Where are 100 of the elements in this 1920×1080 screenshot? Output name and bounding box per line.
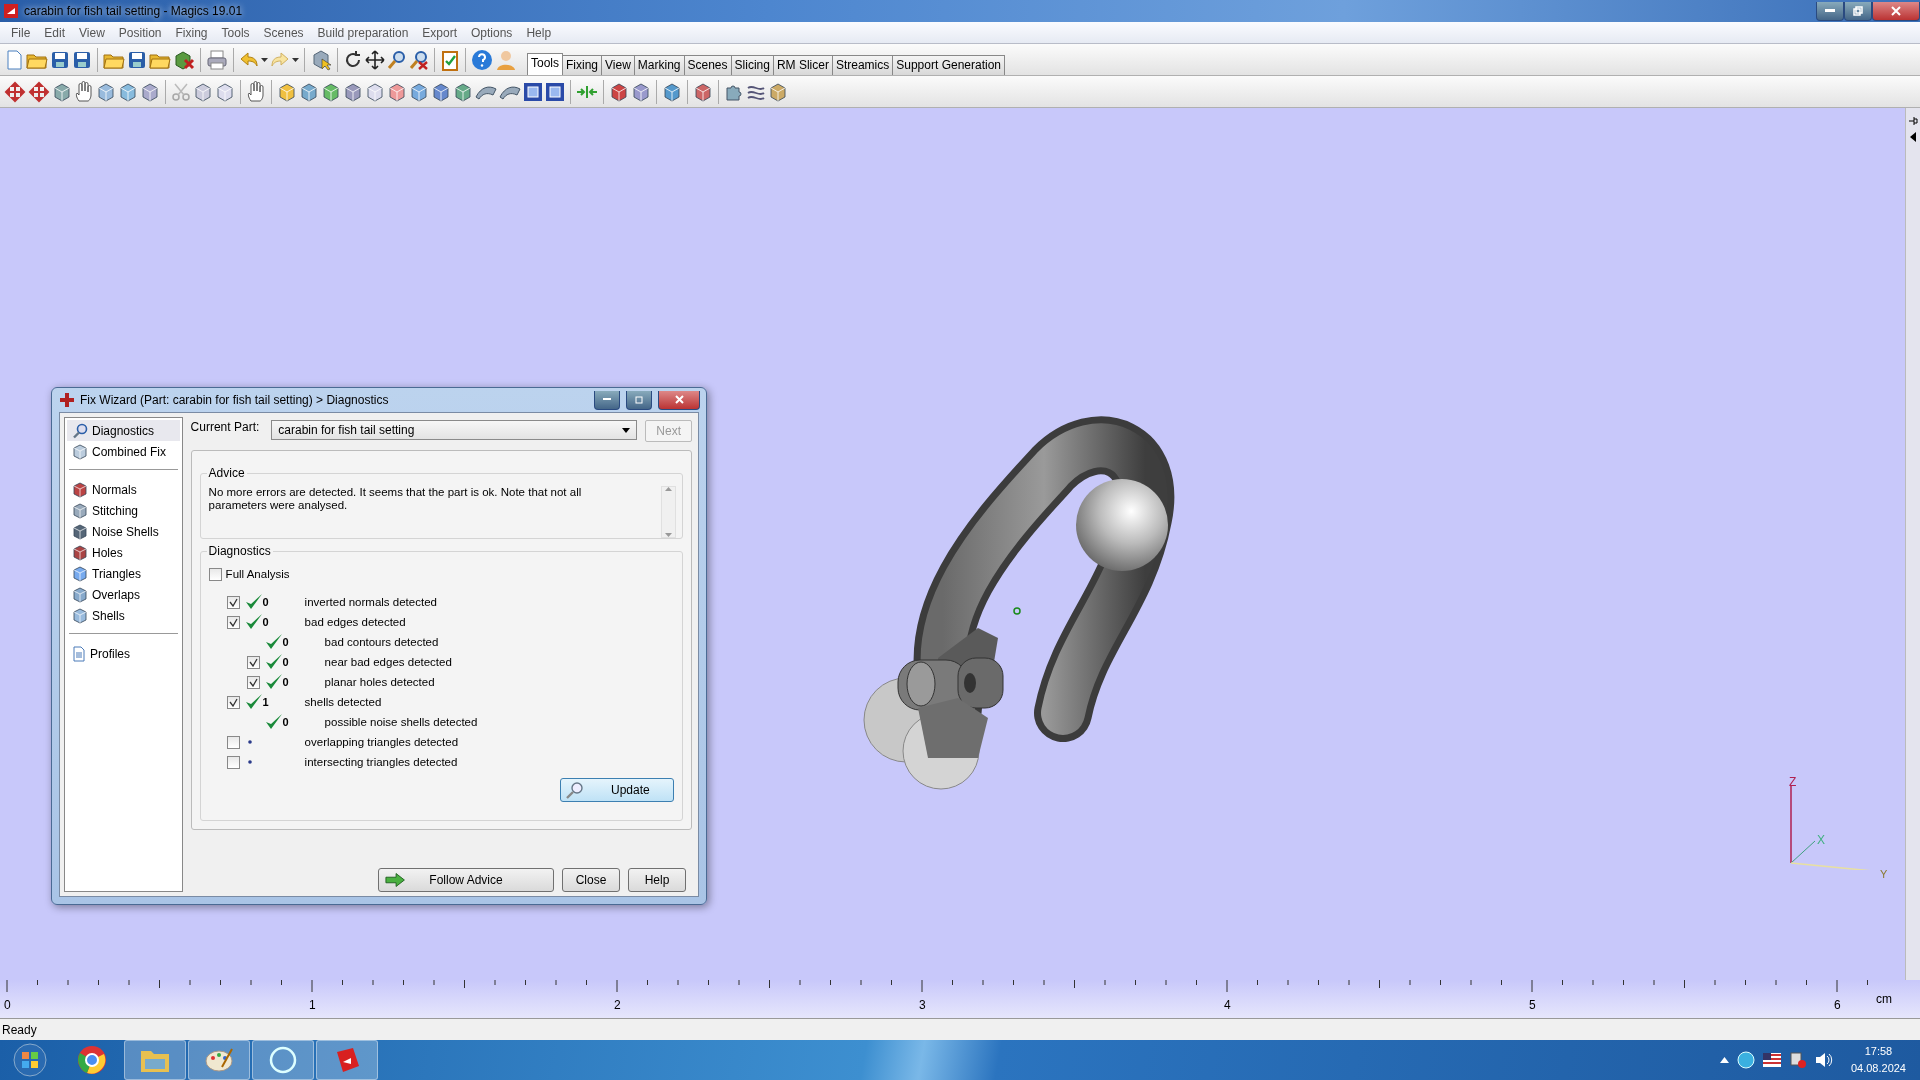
close-button[interactable] <box>1872 1 1920 21</box>
dropdown-caret-icon[interactable] <box>292 56 299 63</box>
help-icon[interactable] <box>471 48 493 71</box>
cube-icon[interactable] <box>431 81 451 102</box>
cube-icon[interactable] <box>453 81 473 102</box>
cube-icon[interactable] <box>118 81 138 102</box>
network-icon[interactable] <box>1788 1051 1807 1069</box>
checkbox[interactable] <box>226 735 240 749</box>
cube-icon[interactable] <box>299 81 319 102</box>
close-button[interactable] <box>658 390 700 410</box>
checkbox[interactable] <box>246 675 260 689</box>
flag-icon[interactable] <box>1762 1053 1781 1067</box>
menu-item[interactable]: Tools <box>214 25 257 40</box>
menu-item[interactable]: Position <box>111 25 169 40</box>
cube-delete-icon[interactable] <box>173 49 195 70</box>
nav-item[interactable]: Triangles <box>67 563 180 584</box>
scrollbar[interactable] <box>661 486 676 538</box>
toolbar-tab[interactable]: Marking <box>633 55 685 75</box>
cube-icon[interactable] <box>343 81 363 102</box>
minimize-button[interactable] <box>594 390 620 410</box>
tray-expand-icon[interactable] <box>1719 1057 1729 1063</box>
cube-icon[interactable] <box>365 81 385 102</box>
cube-icon[interactable] <box>193 81 213 102</box>
nav-item[interactable]: Holes <box>67 542 180 563</box>
checkbox[interactable] <box>226 595 240 609</box>
tray-app-icon[interactable] <box>1736 1051 1755 1069</box>
move-arrows-icon[interactable] <box>365 49 385 70</box>
taskbar-app[interactable] <box>316 1040 378 1080</box>
cube-icon[interactable] <box>96 81 116 102</box>
cube-icon[interactable] <box>52 81 72 102</box>
hand-icon[interactable] <box>246 80 266 103</box>
3d-viewport[interactable] <box>0 108 1920 980</box>
cube-icon[interactable] <box>662 81 682 102</box>
nav-item[interactable]: Normals <box>67 479 180 500</box>
update-button[interactable]: Update <box>560 778 674 802</box>
checkbox[interactable] <box>246 655 260 669</box>
cube-icon[interactable] <box>321 81 341 102</box>
nav-item[interactable]: Overlaps <box>67 584 180 605</box>
nav-item[interactable]: Shells <box>67 605 180 626</box>
toolbar-tab[interactable]: RM Slicer <box>772 55 833 75</box>
rotate-icon[interactable] <box>343 49 363 70</box>
menu-item[interactable]: File <box>4 25 38 40</box>
checkbox[interactable] <box>208 567 222 581</box>
dialog-button[interactable]: Help <box>628 868 686 892</box>
toolbar-tab[interactable]: Slicing <box>730 55 774 75</box>
toolbar-tab[interactable]: Streamics <box>831 55 894 75</box>
clock[interactable]: 17:58 04.08.2024 <box>1850 1043 1906 1077</box>
cube-icon[interactable] <box>215 81 235 102</box>
menu-item[interactable]: Edit <box>37 25 73 40</box>
nav-item[interactable]: Stitching <box>67 500 180 521</box>
maximize-button[interactable] <box>626 390 652 410</box>
tick-icon <box>228 617 238 627</box>
cube-icon[interactable] <box>631 81 651 102</box>
checkbox[interactable] <box>226 755 240 769</box>
nav-item[interactable]: Diagnostics <box>67 420 180 441</box>
speaker-icon[interactable] <box>1814 1052 1833 1068</box>
menu-item[interactable]: Scenes <box>256 25 311 40</box>
checkbox[interactable] <box>226 615 240 629</box>
dialog-button[interactable]: Close <box>562 868 620 892</box>
cube-icon[interactable] <box>768 81 788 102</box>
magnifier-cross-icon[interactable] <box>409 49 429 70</box>
square-frame-icon[interactable] <box>545 81 565 102</box>
menu-item[interactable]: Options <box>464 25 520 40</box>
taskbar-app[interactable] <box>188 1040 250 1080</box>
cube-icon[interactable] <box>277 81 297 102</box>
nav-item[interactable]: Profiles <box>67 643 180 664</box>
hand-icon[interactable] <box>74 80 94 103</box>
menu-item[interactable]: Export <box>415 25 464 40</box>
menu-item[interactable]: View <box>72 25 112 40</box>
toolbar-tab[interactable]: View <box>601 55 635 75</box>
pin-icon[interactable] <box>1908 116 1918 126</box>
cube-icon[interactable] <box>409 81 429 102</box>
square-frame-icon[interactable] <box>523 81 543 102</box>
nav-item[interactable]: Combined Fix <box>67 441 180 462</box>
dropdown-caret-icon[interactable] <box>261 56 268 63</box>
cube-icon[interactable] <box>693 81 713 102</box>
magnifier-icon[interactable] <box>387 49 407 70</box>
taskbar-app[interactable] <box>252 1040 314 1080</box>
collapse-arrow-icon[interactable] <box>1909 132 1917 142</box>
menu-item[interactable]: Fixing <box>168 25 215 40</box>
cube-icon[interactable] <box>140 81 160 102</box>
restore-button[interactable] <box>1844 1 1872 21</box>
checkbox[interactable] <box>226 695 240 709</box>
cube-icon[interactable] <box>609 81 629 102</box>
ruler-label: 5 <box>1529 998 1536 1012</box>
toolbar-tab[interactable]: Scenes <box>683 55 732 75</box>
printer-icon[interactable] <box>206 49 228 70</box>
follow-advice-button[interactable]: Follow Advice <box>378 868 554 892</box>
cube-icon[interactable] <box>387 81 407 102</box>
clipboard-check-icon[interactable] <box>440 48 460 71</box>
menu-item[interactable]: Build preparation <box>310 25 416 40</box>
minimize-button[interactable] <box>1816 1 1844 21</box>
cube-pointer-icon[interactable] <box>310 48 332 71</box>
toolbar-tab[interactable]: Support Generation <box>892 55 1005 75</box>
nav-item[interactable]: Noise Shells <box>67 521 180 542</box>
toolbar-tab[interactable]: Tools <box>527 53 563 75</box>
split-arrows-icon[interactable] <box>576 83 598 100</box>
menu-item[interactable]: Help <box>519 25 559 40</box>
part-dropdown[interactable]: carabin for fish tail setting <box>271 420 638 440</box>
toolbar-tab[interactable]: Fixing <box>562 55 603 75</box>
